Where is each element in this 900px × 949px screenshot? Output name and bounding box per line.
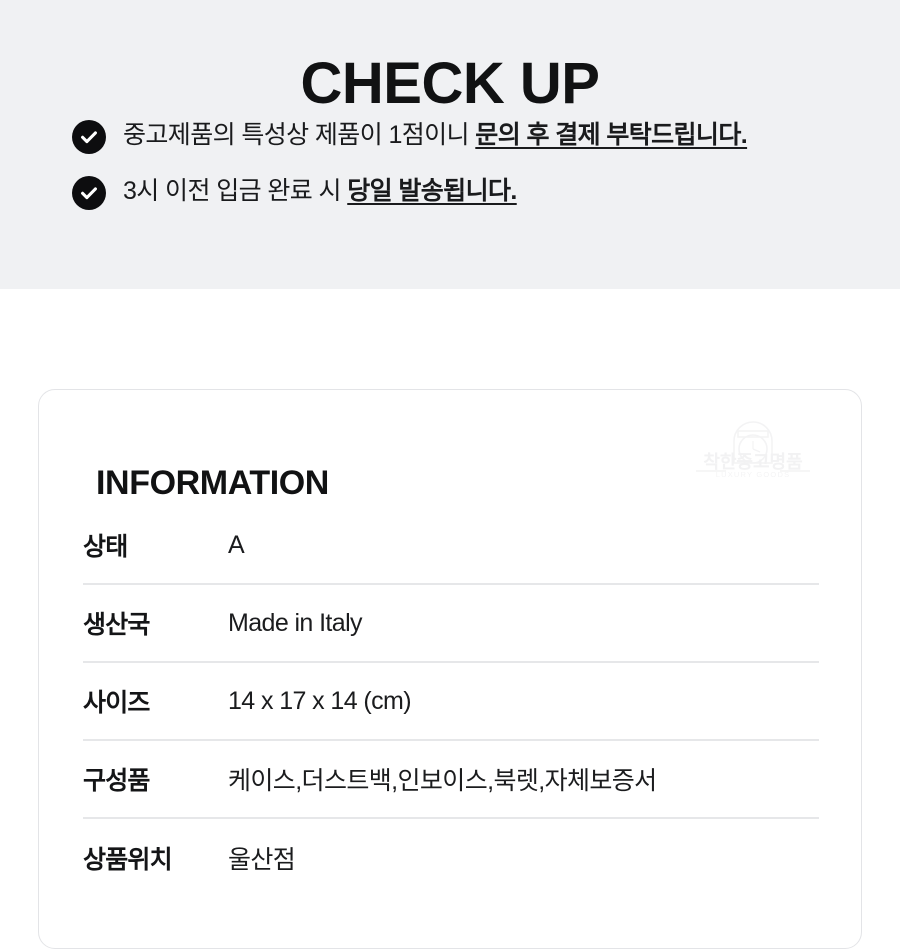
check-up-text-emphasis: 문의 후 결제 부탁드립니다. xyxy=(475,121,748,149)
table-row: 상품위치 울산점 xyxy=(83,819,819,897)
check-circle-icon xyxy=(72,120,106,154)
row-value: 14 x 17 x 14 (cm) xyxy=(228,686,412,715)
row-label: 상태 xyxy=(83,533,128,561)
watermark-tagline: LUXURY GOODS xyxy=(716,470,791,479)
table-row: 구성품 케이스,더스트백,인보이스,북렛,자체보증서 xyxy=(83,741,819,819)
table-row: 상태 A xyxy=(83,507,819,585)
list-item: 3시 이전 입금 완료 시 당일 발송됩니다. xyxy=(72,174,872,210)
row-label: 생산국 xyxy=(83,611,150,639)
row-value: 케이스,더스트백,인보이스,북렛,자체보증서 xyxy=(228,767,657,795)
check-up-section: CHECK UP 중고제품의 특성상 제품이 1점이니 문의 후 결제 부탁드립… xyxy=(0,0,900,289)
check-up-list: 중고제품의 특성상 제품이 1점이니 문의 후 결제 부탁드립니다. 3시 이전… xyxy=(72,118,872,230)
row-label: 사이즈 xyxy=(83,689,150,717)
table-row: 생산국 Made in Italy xyxy=(83,585,819,663)
information-card: INFORMATION 착한중고명품 LUXURY GOODS 상태 A 생산국… xyxy=(38,389,862,949)
check-up-text: 3시 이전 입금 완료 시 당일 발송됩니다. xyxy=(123,174,517,208)
information-table: 상태 A 생산국 Made in Italy 사이즈 14 x 17 x 14 … xyxy=(83,507,819,897)
row-value: Made in Italy xyxy=(228,608,363,637)
check-up-text-plain: 3시 이전 입금 완료 시 xyxy=(123,177,348,205)
check-up-text: 중고제품의 특성상 제품이 1점이니 문의 후 결제 부탁드립니다. xyxy=(123,118,748,152)
page-title: CHECK UP xyxy=(300,50,600,116)
row-value: 울산점 xyxy=(228,846,296,874)
product-detail-page: CHECK UP 중고제품의 특성상 제품이 1점이니 문의 후 결제 부탁드립… xyxy=(0,0,900,949)
row-label: 구성품 xyxy=(83,767,150,795)
list-item: 중고제품의 특성상 제품이 1점이니 문의 후 결제 부탁드립니다. xyxy=(72,118,872,154)
watch-logo-icon: 착한중고명품 LUXURY GOODS xyxy=(690,419,816,489)
check-circle-icon xyxy=(72,176,106,210)
table-row: 사이즈 14 x 17 x 14 (cm) xyxy=(83,663,819,741)
row-label: 상품위치 xyxy=(83,846,173,874)
check-up-text-emphasis: 당일 발송됩니다. xyxy=(347,177,517,205)
information-heading: INFORMATION xyxy=(96,464,329,503)
watermark-brand: 착한중고명품 xyxy=(703,452,802,472)
row-value: A xyxy=(228,530,245,559)
check-up-text-plain: 중고제품의 특성상 제품이 1점이니 xyxy=(123,121,476,149)
